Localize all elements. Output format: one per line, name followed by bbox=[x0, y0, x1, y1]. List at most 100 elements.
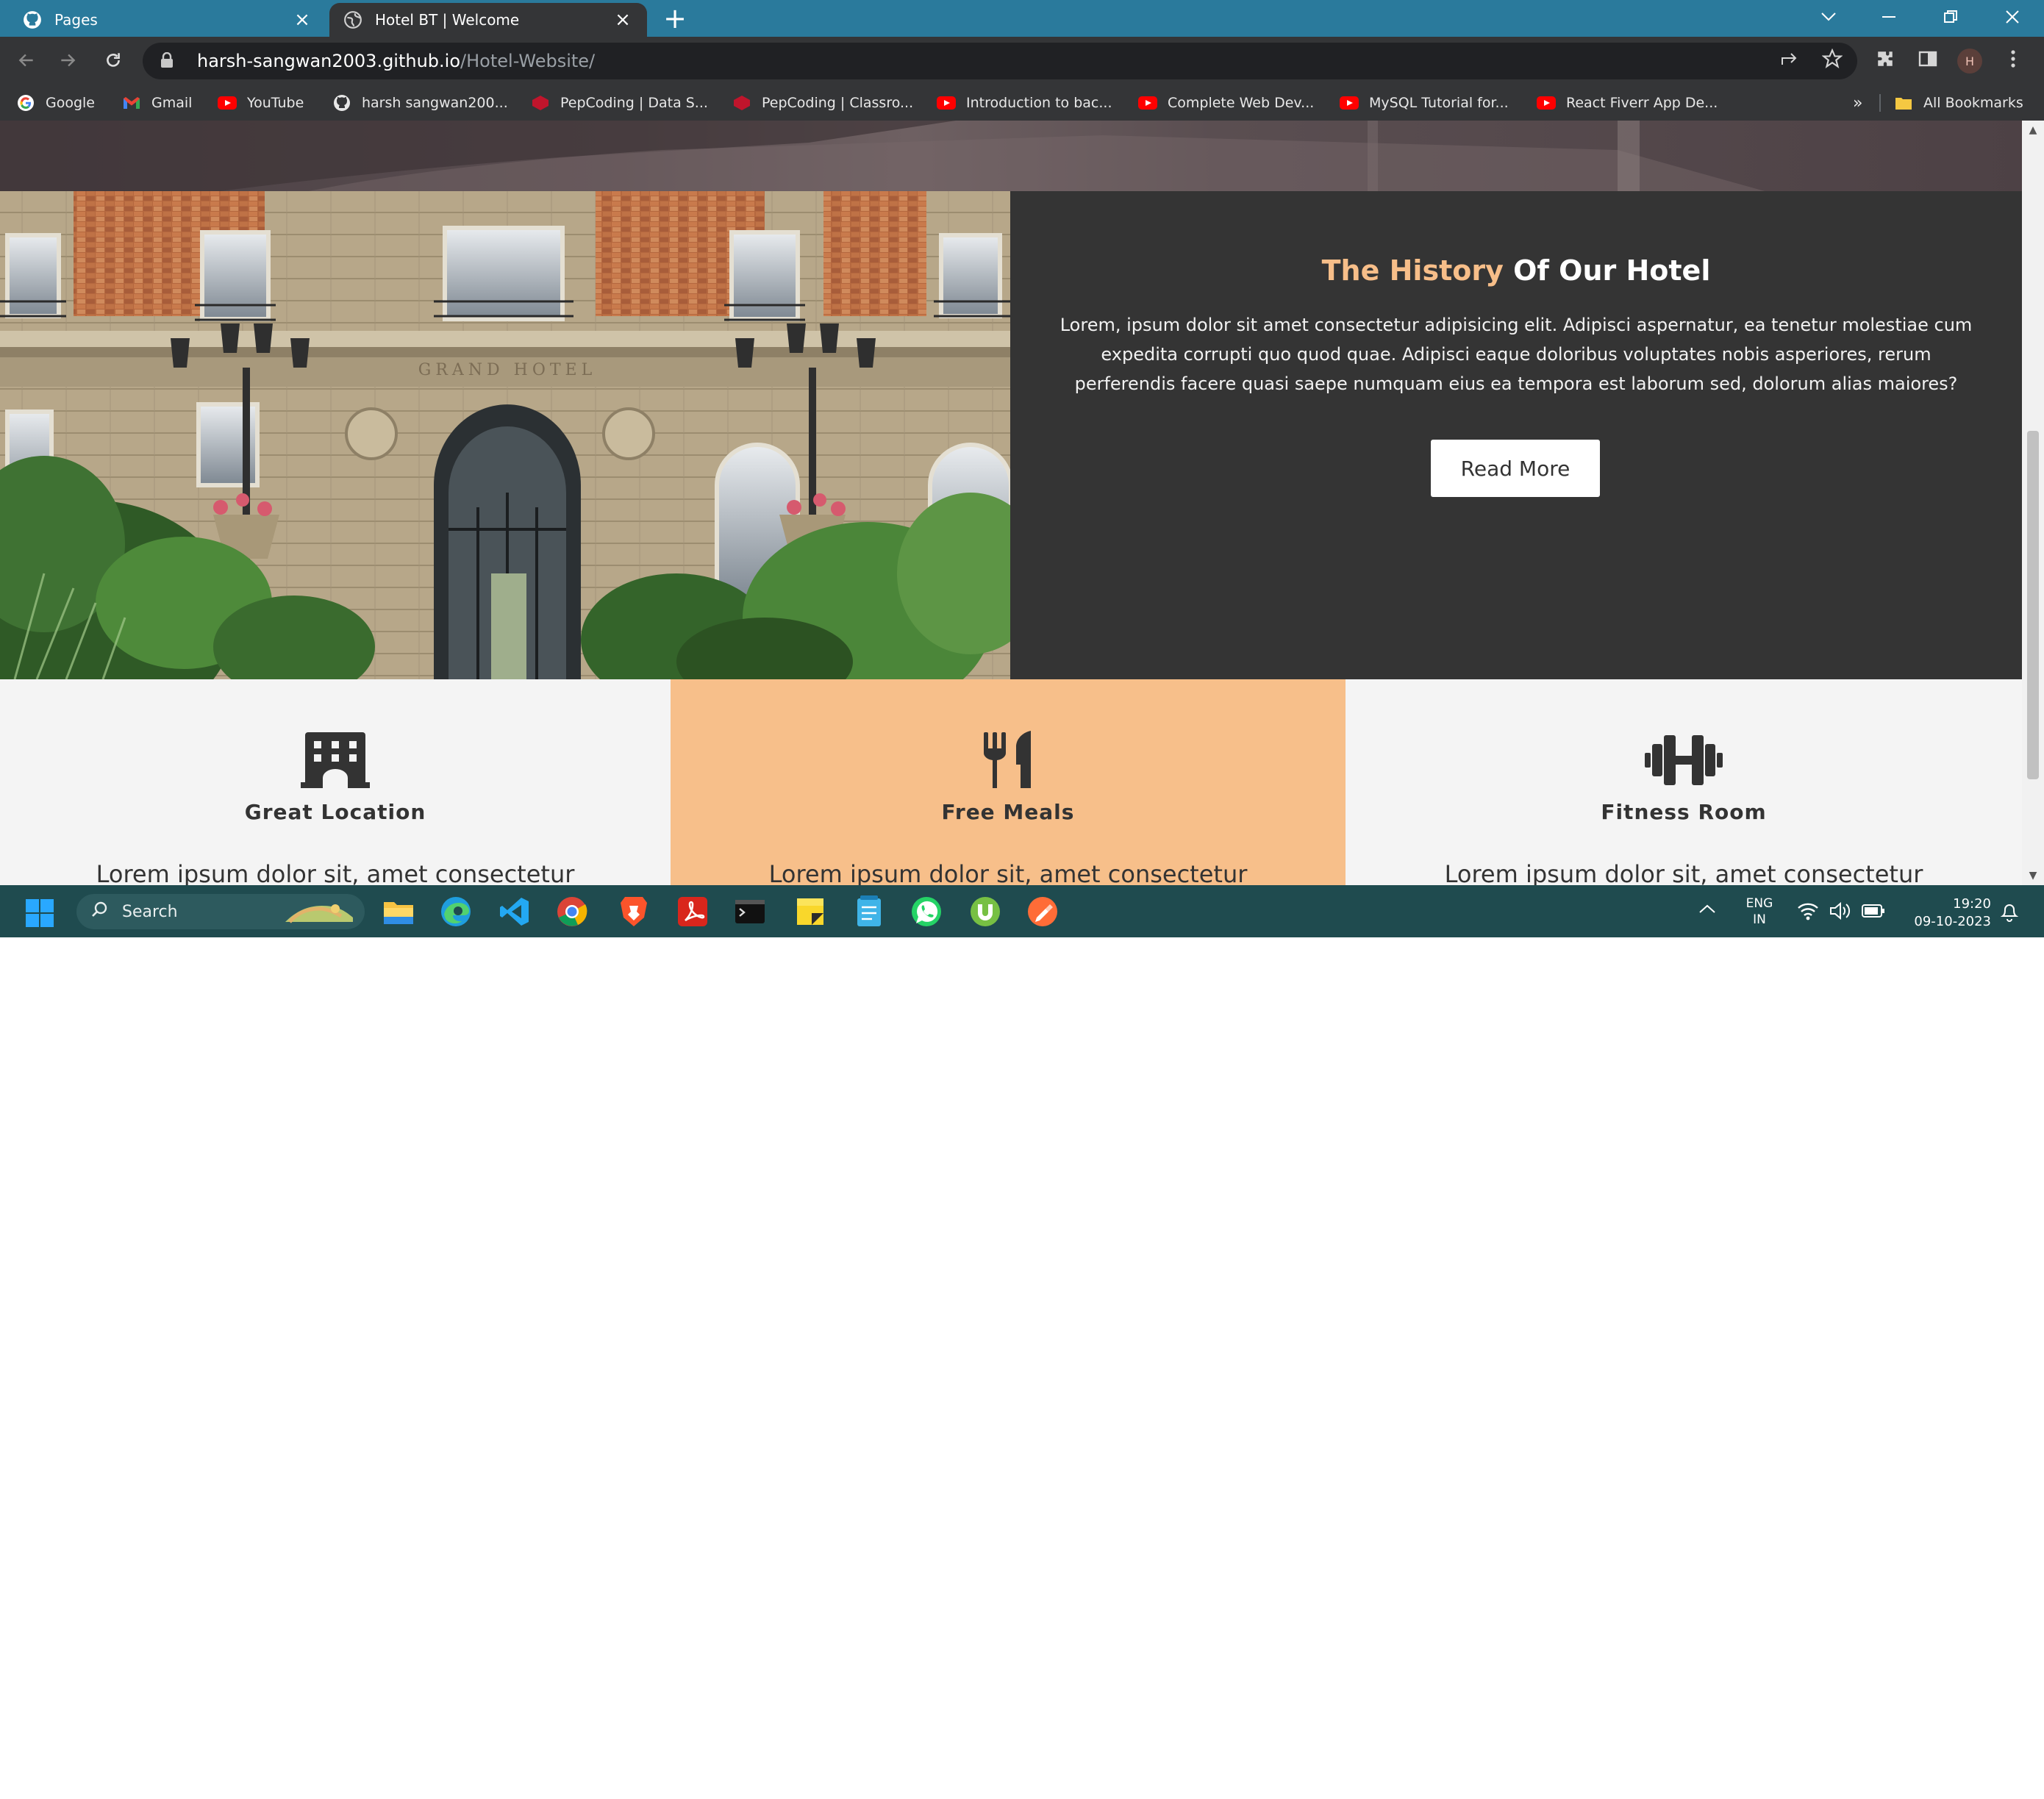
notepad-icon[interactable] bbox=[853, 895, 885, 928]
tab-search-icon[interactable] bbox=[1803, 0, 1854, 34]
bookmark-label: harsh sangwan200... bbox=[362, 95, 508, 111]
file-explorer-icon[interactable] bbox=[382, 895, 415, 928]
scroll-down-icon[interactable]: ▼ bbox=[2022, 868, 2044, 884]
taskbar-search-placeholder: Search bbox=[122, 902, 178, 921]
scroll-up-icon[interactable]: ▲ bbox=[2022, 122, 2044, 138]
tray-overflow-icon[interactable] bbox=[1698, 903, 1720, 920]
bookmark-pepcoding-data[interactable]: PepCoding | Data S... bbox=[531, 85, 708, 121]
dumbbell-icon bbox=[1643, 731, 1724, 790]
bookmark-pepcoding-classroom[interactable]: PepCoding | Classro... bbox=[732, 85, 913, 121]
sticky-notes-icon[interactable] bbox=[794, 895, 826, 928]
gmail-icon bbox=[122, 96, 141, 110]
page-scrollbar[interactable]: ▲ ▼ bbox=[2022, 121, 2044, 885]
hero-image-bottom bbox=[0, 121, 2022, 191]
chrome-icon[interactable] bbox=[556, 895, 588, 928]
bookmark-react-fiverr[interactable]: React Fiverr App De... bbox=[1537, 85, 1718, 121]
language-indicator[interactable]: ENG IN bbox=[1741, 895, 1778, 928]
restore-button[interactable] bbox=[1925, 0, 1976, 34]
language-code: ENG bbox=[1745, 896, 1773, 911]
close-icon[interactable]: × bbox=[612, 9, 634, 31]
history-section: The History Of Our Hotel Lorem, ipsum do… bbox=[1010, 191, 2022, 679]
windows-taskbar: Search ENG IN 19:20 09-10-2023 bbox=[0, 885, 2044, 937]
bookmark-label: Google bbox=[46, 95, 96, 111]
windows-start-icon[interactable] bbox=[25, 898, 54, 928]
pepcoding-icon bbox=[531, 96, 550, 110]
side-panel-icon[interactable] bbox=[1912, 43, 1944, 75]
brave-icon[interactable] bbox=[618, 895, 650, 928]
screen: Pages × Hotel BT | Welcome × + harsh-san… bbox=[0, 0, 2044, 937]
clock-time: 19:20 bbox=[1953, 896, 1991, 912]
history-description: Lorem, ipsum dolor sit amet consectetur … bbox=[1059, 315, 1973, 394]
all-bookmarks-button[interactable]: All Bookmarks bbox=[1894, 85, 2023, 121]
vscode-icon[interactable] bbox=[499, 895, 531, 928]
clock[interactable]: 19:20 09-10-2023 bbox=[1900, 895, 1991, 931]
bookmark-mysql-tutorial[interactable]: MySQL Tutorial for... bbox=[1340, 85, 1509, 121]
globe-icon bbox=[343, 10, 363, 30]
profile-avatar[interactable]: H bbox=[1957, 49, 1982, 74]
terminal-icon[interactable] bbox=[734, 895, 766, 928]
read-more-button[interactable]: Read More bbox=[1431, 440, 1600, 497]
scrollbar-thumb[interactable] bbox=[2027, 431, 2039, 779]
bookmarks-divider bbox=[1879, 94, 1881, 112]
youtube-icon bbox=[1537, 96, 1556, 110]
bookmark-star-icon[interactable] bbox=[1816, 43, 1848, 75]
search-icon bbox=[91, 901, 109, 923]
bookmark-label: PepCoding | Data S... bbox=[560, 95, 708, 111]
tab-title: Pages bbox=[54, 11, 98, 29]
bookmark-label: MySQL Tutorial for... bbox=[1369, 95, 1509, 111]
taskbar-search[interactable]: Search bbox=[76, 894, 365, 929]
tab-hotel-welcome[interactable]: Hotel BT | Welcome × bbox=[329, 3, 647, 37]
volume-icon[interactable] bbox=[1829, 901, 1851, 923]
region-code: IN bbox=[1753, 912, 1766, 927]
address-bar[interactable]: harsh-sangwan2003.github.io/Hotel-Websit… bbox=[143, 43, 1857, 79]
whatsapp-icon[interactable] bbox=[910, 895, 943, 928]
bookmark-github[interactable]: harsh sangwan200... bbox=[332, 85, 508, 121]
edge-icon[interactable] bbox=[440, 895, 472, 928]
forward-icon[interactable] bbox=[53, 46, 82, 75]
clock-date: 09-10-2023 bbox=[1914, 914, 1991, 929]
search-highlight-icon bbox=[282, 897, 356, 926]
share-icon[interactable] bbox=[1773, 43, 1806, 75]
reload-icon[interactable] bbox=[99, 46, 128, 75]
youtube-icon bbox=[218, 96, 237, 110]
bookmarks-bar: Google Gmail YouTube harsh sangwan200...… bbox=[0, 85, 2044, 121]
extensions-icon[interactable] bbox=[1869, 43, 1901, 75]
tab-title: Hotel BT | Welcome bbox=[375, 11, 520, 29]
back-icon[interactable] bbox=[12, 46, 41, 75]
youtube-icon bbox=[937, 96, 956, 110]
utorrent-icon[interactable] bbox=[969, 895, 1001, 928]
bookmark-introduction[interactable]: Introduction to bac... bbox=[937, 85, 1112, 121]
feature-text: Lorem ipsum dolor sit, amet consectetur bbox=[768, 860, 1248, 885]
new-tab-button[interactable]: + bbox=[660, 4, 690, 34]
notification-icon[interactable] bbox=[2000, 901, 2019, 925]
feature-title: Free Meals bbox=[941, 800, 1075, 824]
all-bookmarks-label: All Bookmarks bbox=[1923, 95, 2023, 111]
github-icon bbox=[22, 10, 43, 30]
bookmarks-overflow-button[interactable]: » bbox=[1853, 85, 1862, 121]
bookmark-complete-web-dev[interactable]: Complete Web Dev... bbox=[1138, 85, 1314, 121]
history-title-accent: The History bbox=[1321, 254, 1504, 287]
wifi-icon[interactable] bbox=[1797, 901, 1819, 923]
feature-fitness-room: Fitness Room Lorem ipsum dolor sit, amet… bbox=[1346, 679, 2022, 885]
window-close-button[interactable] bbox=[1987, 0, 2038, 34]
lock-icon[interactable] bbox=[160, 52, 178, 70]
bookmark-label: Complete Web Dev... bbox=[1168, 95, 1315, 111]
bookmark-gmail[interactable]: Gmail bbox=[122, 85, 192, 121]
acrobat-icon[interactable] bbox=[676, 895, 709, 928]
bookmark-google[interactable]: Google bbox=[16, 85, 95, 121]
tab-bar: Pages × Hotel BT | Welcome × + bbox=[0, 0, 2044, 37]
hotel-building-icon bbox=[295, 731, 376, 790]
bookmark-label: Gmail bbox=[151, 95, 193, 111]
menu-dots-icon[interactable] bbox=[1997, 43, 2029, 75]
postman-icon[interactable] bbox=[1026, 895, 1059, 928]
grand-hotel-sign: GRAND HOTEL bbox=[418, 361, 596, 379]
feature-text: Lorem ipsum dolor sit, amet consectetur bbox=[1444, 860, 1923, 885]
bookmark-label: PepCoding | Classro... bbox=[762, 95, 914, 111]
tab-pages[interactable]: Pages × bbox=[9, 3, 326, 37]
browser-toolbar: harsh-sangwan2003.github.io/Hotel-Websit… bbox=[0, 37, 2044, 85]
bookmark-youtube[interactable]: YouTube bbox=[218, 85, 304, 121]
minimize-button[interactable] bbox=[1863, 0, 1915, 34]
feature-free-meals: Free Meals Lorem ipsum dolor sit, amet c… bbox=[671, 679, 1346, 885]
battery-icon[interactable] bbox=[1862, 904, 1885, 921]
close-icon[interactable]: × bbox=[291, 9, 313, 31]
